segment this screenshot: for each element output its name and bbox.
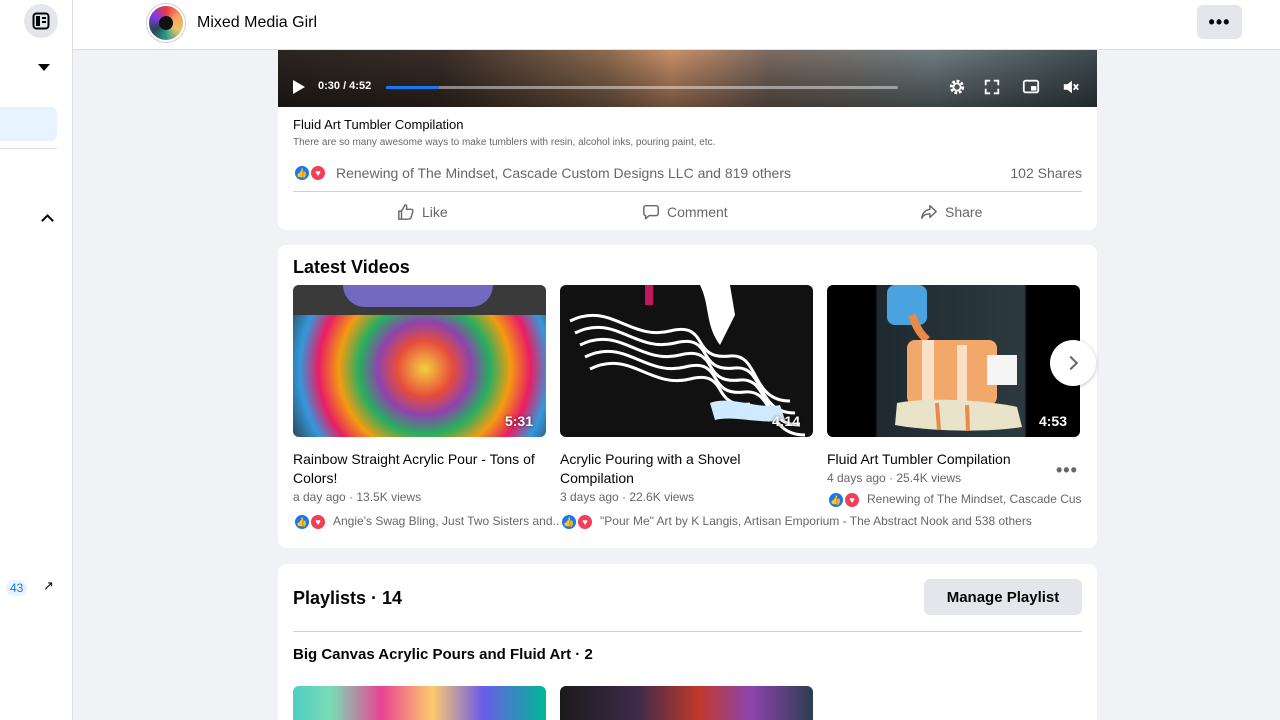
playlist-video-thumbnail[interactable] (293, 686, 546, 720)
video-reactions-summary[interactable]: Renewing of The Mindset, Cascade Cus (867, 492, 1082, 506)
video-thumbnail[interactable]: 5:31 (293, 285, 546, 437)
video-meta: 4 days ago · 25.4K views (827, 471, 962, 485)
video-post-card: 0:30 / 4:52 Fluid Art Tumbler Compilatio… (278, 50, 1097, 230)
shares-count[interactable]: 102 Shares (1010, 165, 1082, 181)
like-button[interactable]: Like (397, 200, 448, 224)
post-reactions-row: 👍 ♥ Renewing of The Mindset, Cascade Cus… (293, 162, 1082, 182)
settings-gear-icon[interactable] (947, 78, 967, 96)
video-thumbnail[interactable]: 4:14 (560, 285, 813, 437)
love-reaction-icon: ♥ (309, 513, 327, 531)
video-reactions-row: 👍 ♥ Renewing of The Mindset, Cascade Cus (827, 491, 1089, 511)
page-title[interactable]: Mixed Media Girl (197, 14, 317, 32)
playlists-heading: Playlists · 14 (293, 588, 403, 608)
video-reactions-summary[interactable]: "Pour Me" Art by K Langis, Artisan Empor… (600, 514, 1032, 528)
sidebar-toggle-button[interactable] (24, 4, 58, 38)
video-shade (278, 50, 1097, 107)
video-meta: 3 days ago · 22.6K views (560, 490, 695, 504)
manage-playlist-button[interactable]: Manage Playlist (924, 579, 1082, 615)
page-header: Mixed Media Girl ••• (73, 0, 1280, 50)
caret-down-icon[interactable] (38, 64, 50, 71)
left-rail: 43 ↗ (0, 0, 73, 720)
video-player[interactable]: 0:30 / 4:52 (278, 50, 1097, 107)
video-thumbnail[interactable]: 4:53 (827, 285, 1080, 437)
playlist-video-thumbnail[interactable] (560, 686, 813, 720)
external-link-icon[interactable]: ↗ (43, 578, 54, 594)
fullscreen-icon[interactable] (982, 78, 1002, 96)
video-title[interactable]: Acrylic Pouring with a Shovel Compilatio… (560, 450, 813, 488)
next-videos-button[interactable] (1050, 340, 1096, 386)
playlist-divider (293, 631, 1082, 632)
video-progress-bar[interactable] (386, 86, 898, 89)
like-label: Like (422, 204, 448, 220)
page-avatar[interactable] (147, 4, 185, 42)
chevron-up-icon[interactable] (41, 214, 54, 227)
action-divider (293, 191, 1082, 192)
video-reactions-summary[interactable]: Angie's Swag Bling, Just Two Sisters and… (333, 514, 562, 528)
video-title[interactable]: Rainbow Straight Acrylic Pour - Tons of … (293, 450, 546, 488)
love-reaction-icon: ♥ (309, 164, 327, 182)
more-options-button[interactable]: ••• (1197, 5, 1242, 39)
share-label: Share (945, 204, 983, 220)
video-meta: a day ago · 13.5K views (293, 490, 422, 504)
picture-in-picture-icon[interactable] (1021, 78, 1041, 96)
video-more-options-button[interactable]: ••• (1056, 460, 1078, 481)
video-progress-fill (386, 86, 440, 89)
comment-label: Comment (667, 204, 728, 220)
sidebar-panel-icon (32, 12, 50, 30)
share-icon (921, 204, 937, 220)
notification-badge: 43 (6, 580, 28, 596)
video-tile[interactable]: 4:53 Fluid Art Tumbler Compilation 4 day… (827, 285, 1080, 485)
share-button[interactable]: Share (920, 200, 982, 224)
video-duration: 4:14 (771, 413, 800, 429)
muted-volume-icon[interactable] (1061, 78, 1081, 96)
rail-divider (0, 148, 57, 149)
video-time: 0:30 / 4:52 (318, 80, 372, 92)
comment-icon (643, 204, 659, 220)
post-description: There are so many awesome ways to make t… (293, 137, 716, 148)
video-reactions-row: 👍 ♥ Angie's Swag Bling, Just Two Sisters… (293, 513, 562, 533)
latest-videos-heading: Latest Videos (293, 257, 410, 277)
reactions-summary[interactable]: Renewing of The Mindset, Cascade Custom … (336, 165, 791, 181)
video-title[interactable]: Fluid Art Tumbler Compilation (827, 450, 1080, 469)
playlist-name[interactable]: Big Canvas Acrylic Pours and Fluid Art ·… (293, 646, 593, 663)
video-duration: 5:31 (504, 413, 533, 429)
comment-button[interactable]: Comment (642, 200, 728, 224)
chevron-right-icon (1063, 355, 1079, 371)
video-duration: 4:53 (1038, 413, 1067, 429)
latest-videos-card: Latest Videos 5:31 Rainbow Straight Acry… (278, 245, 1097, 548)
video-tile[interactable]: 4:14 Acrylic Pouring with a Shovel Compi… (560, 285, 813, 504)
video-tile[interactable]: 5:31 Rainbow Straight Acrylic Pour - Ton… (293, 285, 546, 504)
like-icon (398, 204, 414, 220)
post-video-title[interactable]: Fluid Art Tumbler Compilation (293, 117, 464, 132)
love-reaction-icon: ♥ (576, 513, 594, 531)
love-reaction-icon: ♥ (843, 491, 861, 509)
play-icon[interactable] (293, 80, 305, 94)
video-reactions-row: 👍 ♥ "Pour Me" Art by K Langis, Artisan E… (560, 513, 1080, 533)
playlists-card: Playlists · 14 Manage Playlist Big Canva… (278, 564, 1097, 720)
rail-active-item[interactable] (0, 107, 57, 141)
